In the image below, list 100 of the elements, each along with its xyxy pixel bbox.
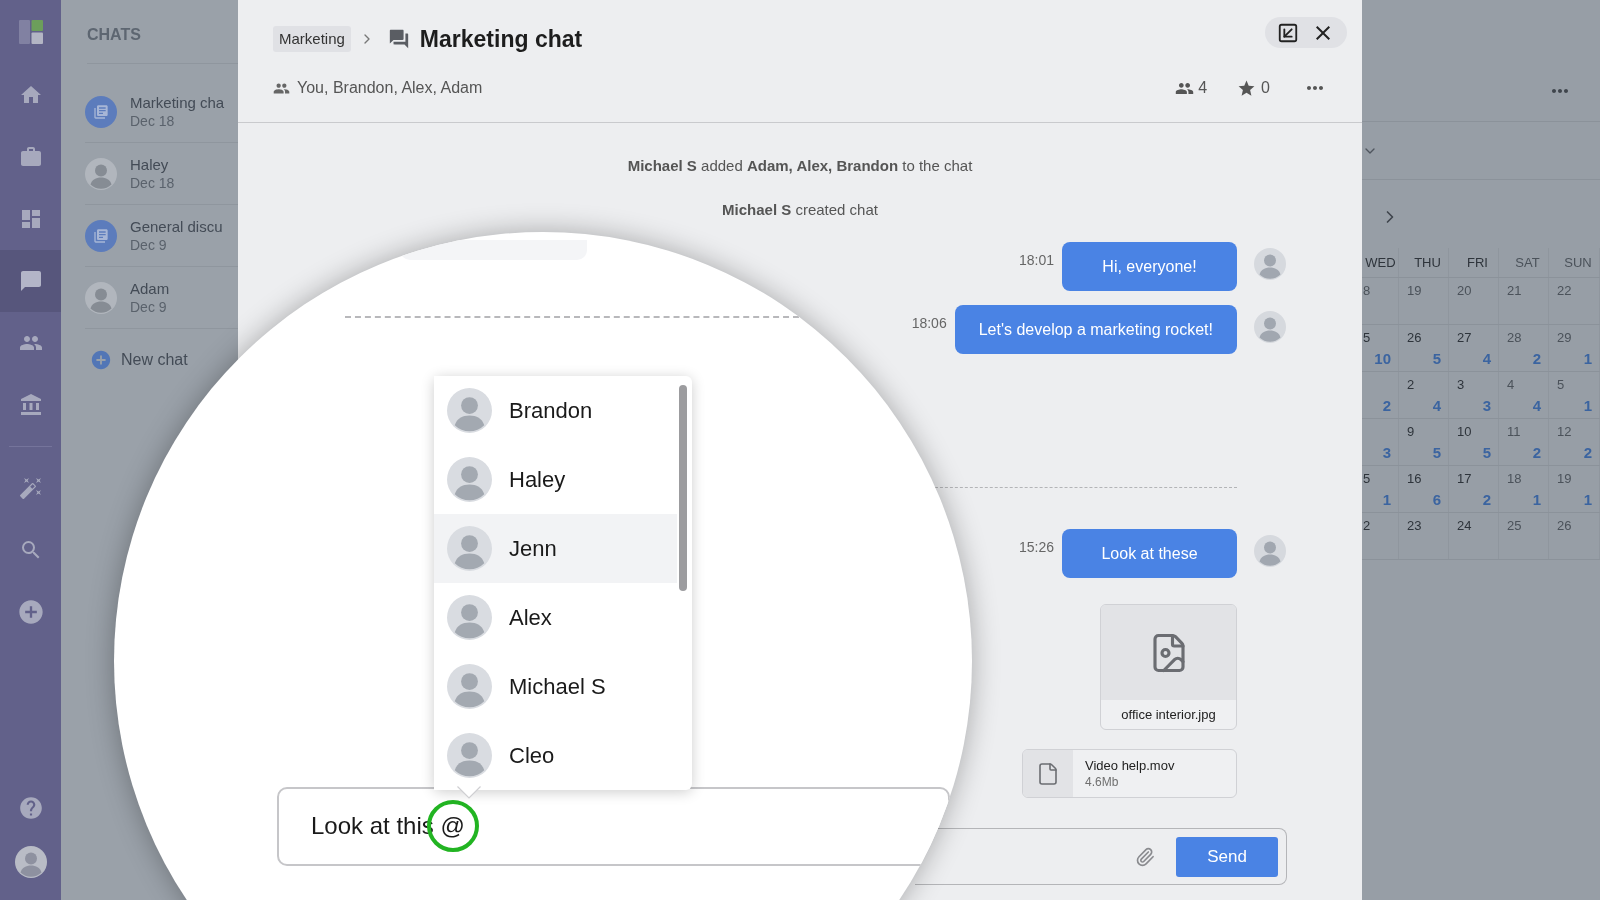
day-number: 3 bbox=[1457, 377, 1465, 393]
chat-name[interactable]: General discu bbox=[130, 217, 223, 236]
day-number: 19 bbox=[1557, 471, 1572, 487]
day-number: 10 bbox=[1457, 424, 1472, 440]
chat-bubbles-icon bbox=[387, 28, 410, 50]
day-number: 11 bbox=[1507, 424, 1521, 440]
mention-option[interactable]: Brandon bbox=[434, 376, 677, 445]
weekday-label: SAT bbox=[1515, 253, 1540, 272]
event-count[interactable]: 3 bbox=[1382, 443, 1391, 463]
day-number: 12 bbox=[1557, 424, 1572, 440]
event-count[interactable]: 1 bbox=[1382, 490, 1391, 510]
event-count[interactable]: 3 bbox=[1482, 396, 1491, 416]
bank-icon bbox=[18, 393, 43, 417]
panel-title: CHATS bbox=[87, 24, 141, 45]
briefcase-icon bbox=[18, 145, 43, 169]
day-number: 5 bbox=[1363, 330, 1371, 346]
chat-date: Dec 9 bbox=[130, 298, 168, 316]
day-number: 27 bbox=[1457, 330, 1472, 346]
chat-date: Dec 18 bbox=[130, 112, 176, 130]
file-attachment[interactable]: Video help.mov 4.6Mb bbox=[1022, 749, 1237, 798]
participants-list: You, Brandon, Alex, Adam bbox=[297, 76, 483, 100]
chat-nav-button[interactable] bbox=[0, 250, 61, 312]
logo-icon[interactable] bbox=[18, 20, 43, 44]
chat-date: Dec 9 bbox=[130, 236, 168, 254]
event-count[interactable]: 4 bbox=[1432, 396, 1441, 416]
group-chat-icon bbox=[85, 95, 117, 128]
event-count[interactable]: 2 bbox=[1482, 490, 1491, 510]
chat-name[interactable]: Haley bbox=[130, 155, 175, 174]
system-message: Michael S created chat bbox=[722, 201, 878, 218]
file-name: Video help.mov bbox=[1085, 757, 1175, 774]
avatar-icon bbox=[1254, 311, 1286, 343]
avatar-icon bbox=[447, 526, 492, 571]
day-number: 2 bbox=[1363, 518, 1371, 534]
popover-pointer-icon bbox=[457, 786, 481, 799]
avatar-icon bbox=[85, 157, 117, 190]
event-count[interactable]: 6 bbox=[1432, 490, 1441, 510]
event-count[interactable]: 2 bbox=[1532, 349, 1541, 369]
member-count: 4 bbox=[1198, 78, 1208, 98]
event-count[interactable]: 2 bbox=[1532, 443, 1541, 463]
add-icon[interactable] bbox=[16, 598, 45, 626]
breadcrumb-link[interactable]: Marketing bbox=[273, 25, 351, 53]
avatar-icon bbox=[447, 595, 492, 640]
event-count[interactable]: 5 bbox=[1432, 443, 1441, 463]
weekday-label: FRI bbox=[1467, 253, 1488, 272]
day-number: 21 bbox=[1507, 283, 1522, 299]
event-count[interactable]: 1 bbox=[1583, 490, 1592, 510]
event-count[interactable]: 4 bbox=[1482, 349, 1491, 369]
message-time: 18:01 bbox=[1018, 251, 1054, 270]
chat-name[interactable]: Adam bbox=[130, 279, 170, 298]
event-count[interactable]: 4 bbox=[1532, 396, 1541, 416]
event-count[interactable]: 5 bbox=[1482, 443, 1491, 463]
event-count[interactable]: 2 bbox=[1382, 396, 1391, 416]
image-attachment[interactable]: office interior.jpg bbox=[1100, 604, 1237, 730]
message-time: 18:06 bbox=[911, 314, 947, 333]
day-number: 26 bbox=[1557, 518, 1572, 534]
avatar-icon bbox=[14, 846, 47, 878]
mention-option[interactable]: Jenn bbox=[434, 514, 677, 583]
weekday-label: SUN bbox=[1564, 253, 1592, 272]
event-count[interactable]: 1 bbox=[1532, 490, 1541, 510]
day-number: 19 bbox=[1407, 283, 1422, 299]
day-number: 25 bbox=[1507, 518, 1522, 534]
day-number: 28 bbox=[1507, 330, 1522, 346]
day-number: 29 bbox=[1557, 330, 1572, 346]
chat-icon bbox=[18, 269, 43, 293]
avatar-icon bbox=[447, 733, 492, 778]
day-number: 2 bbox=[1407, 377, 1415, 393]
message-bubble: Hi, everyone! bbox=[1062, 242, 1237, 291]
day-number: 8 bbox=[1363, 283, 1371, 299]
day-number: 24 bbox=[1457, 518, 1472, 534]
magic-wand-icon[interactable] bbox=[18, 476, 43, 500]
event-count[interactable]: 5 bbox=[1432, 349, 1441, 369]
chat-date: Dec 18 bbox=[130, 174, 175, 192]
day-number: 17 bbox=[1457, 471, 1472, 487]
star-count: 0 bbox=[1261, 78, 1270, 98]
day-number: 23 bbox=[1407, 518, 1422, 534]
scrollbar-thumb[interactable] bbox=[679, 385, 687, 591]
avatar-icon bbox=[447, 457, 492, 502]
event-count[interactable]: 2 bbox=[1583, 443, 1592, 463]
avatar-icon bbox=[1254, 535, 1286, 567]
group-chat-icon bbox=[85, 219, 117, 252]
day-number: 5 bbox=[1363, 471, 1371, 487]
paperclip-icon[interactable] bbox=[1135, 846, 1155, 867]
avatar-icon bbox=[447, 388, 492, 433]
exit-fullscreen-icon[interactable] bbox=[1277, 21, 1299, 44]
send-button[interactable]: Send bbox=[1176, 836, 1278, 877]
file-icon bbox=[1023, 750, 1073, 797]
message-time: 15:26 bbox=[1018, 538, 1054, 557]
day-number: 26 bbox=[1407, 330, 1422, 346]
event-count[interactable]: 1 bbox=[1583, 349, 1592, 369]
day-number: 9 bbox=[1407, 424, 1415, 440]
chat-title: Marketing chat bbox=[419, 24, 583, 54]
avatar-icon bbox=[1254, 248, 1286, 280]
weekday-label: THU bbox=[1414, 253, 1441, 272]
message-bubble: Look at these bbox=[1062, 529, 1237, 578]
event-count[interactable]: 1 bbox=[1583, 396, 1592, 416]
event-count[interactable]: 10 bbox=[1374, 349, 1391, 369]
mention-option[interactable]: Cleo bbox=[434, 721, 677, 790]
help-icon[interactable] bbox=[17, 795, 44, 821]
chat-name[interactable]: Marketing cha bbox=[130, 93, 225, 112]
star-icon[interactable] bbox=[1237, 78, 1257, 98]
